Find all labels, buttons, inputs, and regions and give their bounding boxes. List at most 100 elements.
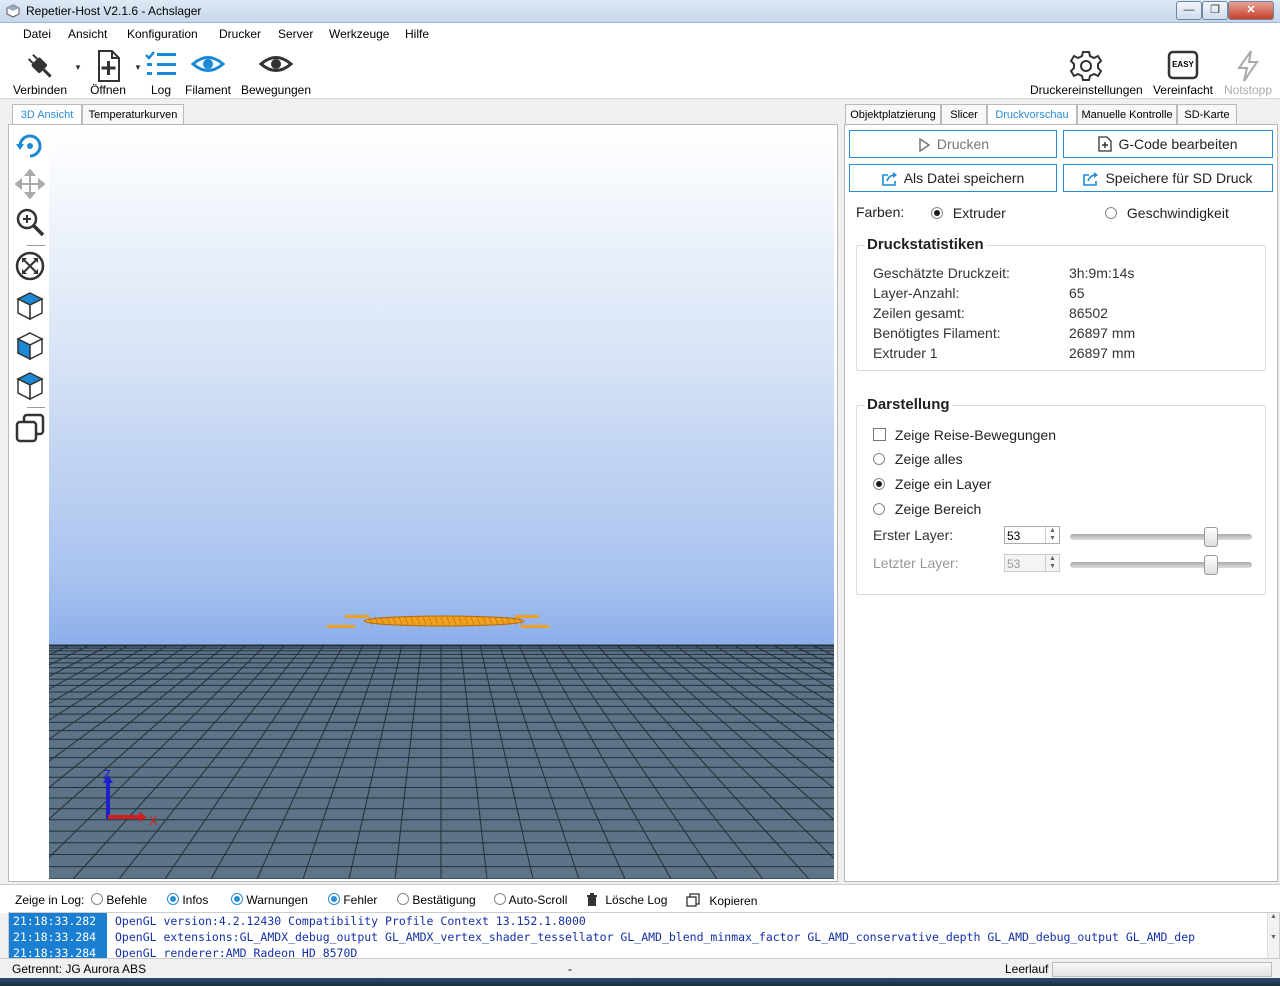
log-filter-label: Zeige in Log: <box>15 893 85 907</box>
connect-button[interactable]: Verbinden <box>10 47 70 97</box>
close-window-button[interactable]: ✕ <box>1228 1 1274 20</box>
menu-server[interactable]: Server <box>278 27 313 41</box>
log-autoscroll-toggle[interactable]: Auto-Scroll <box>494 893 567 907</box>
filament-label: Filament <box>184 83 231 97</box>
export-icon <box>1083 172 1099 186</box>
log-scrollbar[interactable]: ▲ ▼ <box>1267 913 1279 959</box>
show-one-layer-option[interactable]: Zeige ein Layer <box>873 476 991 492</box>
emergency-stop-label: Notstopp <box>1223 83 1273 97</box>
log-infos-toggle[interactable]: Infos <box>167 893 208 907</box>
printer-settings-button[interactable]: Druckereinstellungen <box>1030 47 1143 97</box>
last-layer-slider[interactable] <box>1070 555 1252 575</box>
radio-selected[interactable] <box>931 207 943 219</box>
first-layer-slider[interactable] <box>1070 527 1252 547</box>
fit-view-icon[interactable] <box>15 251 45 281</box>
display-group: Darstellung Zeige Reise-Bewegungen Zeige… <box>856 396 1266 595</box>
slider-thumb[interactable] <box>1204 555 1219 575</box>
menu-hilfe[interactable]: Hilfe <box>405 27 429 41</box>
minimize-button[interactable]: — <box>1176 1 1202 20</box>
rotate-view-icon[interactable] <box>15 131 45 161</box>
status-bar: Getrennt: JG Aurora ABS - Leerlauf <box>0 958 1280 979</box>
show-all-option[interactable]: Zeige alles <box>873 451 963 467</box>
stat-value-extruder-1: 26897 mm <box>1069 345 1136 361</box>
printer-settings-label: Druckereinstellungen <box>1030 83 1143 97</box>
toolbar: Verbinden ▼ Öffnen ▼ Log Filament Bewegu… <box>0 45 1280 99</box>
radio-unselected[interactable] <box>873 503 885 515</box>
print-stats-title: Druckstatistiken <box>865 236 986 253</box>
radio-unselected[interactable] <box>873 453 885 465</box>
edit-gcode-button[interactable]: G-Code bearbeiten <box>1063 130 1273 158</box>
save-file-button[interactable]: Als Datei speichern <box>849 164 1057 192</box>
left-tab-strip: 3D Ansicht Temperaturkurven <box>8 104 838 127</box>
iso-view-icon[interactable] <box>15 291 45 321</box>
maximize-button[interactable]: ❐ <box>1202 1 1228 20</box>
app-icon <box>6 4 20 18</box>
log-errors-toggle[interactable]: Fehler <box>328 893 377 907</box>
export-icon <box>881 172 897 186</box>
show-range-option[interactable]: Zeige Bereich <box>873 501 981 517</box>
stat-label-layer-count: Layer-Anzahl: <box>873 285 960 301</box>
tab-slicer[interactable]: Slicer <box>941 104 987 125</box>
color-extruder-option[interactable]: Extruder <box>931 205 1006 221</box>
zoom-icon[interactable] <box>15 207 45 237</box>
menu-drucker[interactable]: Drucker <box>219 27 261 41</box>
lightning-icon <box>1237 50 1259 82</box>
simplified-mode-button[interactable]: EASY Vereinfacht <box>1150 47 1216 97</box>
list-icon <box>145 51 176 75</box>
tab-manual-control[interactable]: Manuelle Kontrolle <box>1077 104 1177 125</box>
checkbox[interactable] <box>873 428 886 441</box>
color-speed-option[interactable]: Geschwindigkeit <box>1105 205 1229 221</box>
play-icon <box>919 137 931 153</box>
log-ack-toggle[interactable]: Bestätigung <box>397 893 476 907</box>
filament-button[interactable]: Filament <box>184 47 232 97</box>
menu-ansicht[interactable]: Ansicht <box>68 27 107 41</box>
spinner-arrows[interactable]: ▲ ▼ <box>1045 527 1059 543</box>
copy-log-button[interactable]: Kopieren <box>686 893 757 908</box>
last-layer-label: Letzter Layer: <box>873 555 959 571</box>
easy-badge: EASY <box>1172 60 1194 69</box>
top-view-icon[interactable] <box>15 371 45 401</box>
progress-bar <box>1052 962 1272 977</box>
front-view-icon[interactable] <box>15 331 45 361</box>
axis-x-label: X <box>149 813 158 828</box>
3d-viewport[interactable]: Z X <box>49 127 834 879</box>
print-bed-scene <box>49 615 834 879</box>
move-view-icon[interactable] <box>15 169 45 199</box>
radio-selected[interactable] <box>873 478 885 490</box>
parallel-view-icon[interactable] <box>15 413 45 443</box>
connect-dropdown-arrow[interactable]: ▼ <box>74 63 82 75</box>
connect-label: Verbinden <box>12 83 68 97</box>
stat-value-total-lines: 86502 <box>1069 305 1108 321</box>
slider-thumb[interactable] <box>1204 527 1219 547</box>
first-layer-spinner[interactable]: 53 ▲ ▼ <box>1004 526 1060 544</box>
display-title: Darstellung <box>865 396 952 413</box>
last-layer-spinner[interactable]: 53 ▲ ▼ <box>1004 554 1060 572</box>
menu-werkzeuge[interactable]: Werkzeuge <box>329 27 389 41</box>
tab-object-placement[interactable]: Objektplatzierung <box>845 104 941 125</box>
show-travel-checkbox[interactable]: Zeige Reise-Bewegungen <box>873 427 1056 443</box>
save-sd-button[interactable]: Speichere für SD Druck <box>1063 164 1273 192</box>
log-output[interactable]: 21:18:33.282 OpenGL version:4.2.12430 Com… <box>8 912 1280 960</box>
stat-value-filament: 26897 mm <box>1069 325 1136 341</box>
right-tab-strip: Objektplatzierung Slicer Druckvorschau M… <box>844 104 1276 127</box>
moves-button[interactable]: Bewegungen <box>240 47 312 97</box>
print-preview-panel: Drucken G-Code bearbeiten Als Datei spei… <box>844 124 1278 882</box>
emergency-stop-button[interactable]: Notstopp <box>1220 47 1276 97</box>
spinner-arrows[interactable]: ▲ ▼ <box>1045 555 1059 571</box>
log-commands-toggle[interactable]: Befehle <box>91 893 147 907</box>
3d-view-panel: Z X <box>8 124 838 882</box>
log-button[interactable]: Log <box>144 47 178 97</box>
menu-konfiguration[interactable]: Konfiguration <box>127 27 198 41</box>
log-warnings-toggle[interactable]: Warnungen <box>231 893 308 907</box>
open-button[interactable]: Öffnen <box>86 47 130 97</box>
axis-z-label: Z <box>103 767 111 782</box>
open-dropdown-arrow[interactable]: ▼ <box>134 63 142 75</box>
log-label: Log <box>150 83 172 97</box>
clear-log-button[interactable]: Lösche Log <box>586 893 667 907</box>
print-button[interactable]: Drucken <box>849 130 1057 158</box>
radio-unselected[interactable] <box>1105 207 1117 219</box>
menu-datei[interactable]: Datei <box>23 27 51 41</box>
tool-separator <box>27 245 45 246</box>
tab-sd-card[interactable]: SD-Karte <box>1177 104 1237 125</box>
tab-temperature-curves[interactable]: Temperaturkurven <box>82 104 184 125</box>
